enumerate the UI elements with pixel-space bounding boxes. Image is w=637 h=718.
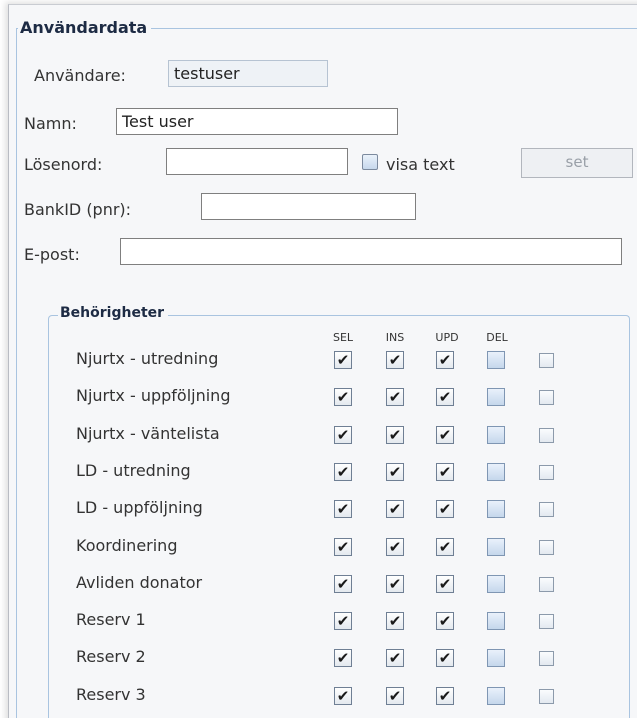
permission-label: Njurtx - utredning xyxy=(76,349,219,368)
permission-checkbox-upd[interactable]: ✔ xyxy=(436,426,454,444)
permission-checkbox-sel[interactable]: ✔ xyxy=(334,500,352,518)
col-head-sel: SEL xyxy=(332,331,354,344)
bankid-field[interactable] xyxy=(201,193,416,220)
permission-checkbox-ins[interactable]: ✔ xyxy=(386,500,404,518)
permission-checkbox-extra[interactable] xyxy=(539,465,554,480)
permission-checkbox-ins[interactable]: ✔ xyxy=(386,351,404,369)
permission-checkbox-extra[interactable] xyxy=(539,577,554,592)
permission-checkbox-del[interactable] xyxy=(487,426,505,444)
show-text-label: visa text xyxy=(386,155,455,174)
permission-checkbox-ins[interactable]: ✔ xyxy=(386,575,404,593)
bankid-label: BankID (pnr): xyxy=(24,200,132,219)
permission-checkbox-upd[interactable]: ✔ xyxy=(436,538,454,556)
password-label: Lösenord: xyxy=(24,155,103,174)
email-label: E-post: xyxy=(24,245,80,264)
permission-checkbox-del[interactable] xyxy=(487,538,505,556)
permission-label: Njurtx - väntelista xyxy=(76,424,220,443)
permission-checkbox-upd[interactable]: ✔ xyxy=(436,612,454,630)
permission-checkbox-ins[interactable]: ✔ xyxy=(386,538,404,556)
username-field: testuser xyxy=(168,60,328,87)
name-field[interactable]: Test user xyxy=(116,108,398,135)
permission-checkbox-sel[interactable]: ✔ xyxy=(334,538,352,556)
permission-label: LD - uppföljning xyxy=(76,498,203,517)
password-field[interactable] xyxy=(166,148,348,175)
permission-label: Njurtx - uppföljning xyxy=(76,386,231,405)
permission-checkbox-upd[interactable]: ✔ xyxy=(436,351,454,369)
permission-checkbox-extra[interactable] xyxy=(539,502,554,517)
permission-label: Reserv 3 xyxy=(76,685,146,704)
permission-checkbox-del[interactable] xyxy=(487,351,505,369)
permission-checkbox-extra[interactable] xyxy=(539,390,554,405)
permission-checkbox-upd[interactable]: ✔ xyxy=(436,649,454,667)
permission-checkbox-del[interactable] xyxy=(487,388,505,406)
permission-checkbox-del[interactable] xyxy=(487,500,505,518)
col-head-del: DEL xyxy=(486,331,508,344)
name-label: Namn: xyxy=(24,114,77,133)
permission-checkbox-upd[interactable]: ✔ xyxy=(436,500,454,518)
permission-checkbox-extra[interactable] xyxy=(539,428,554,443)
permission-checkbox-upd[interactable]: ✔ xyxy=(436,687,454,705)
user-data-legend: Användardata xyxy=(18,18,152,37)
permission-checkbox-sel[interactable]: ✔ xyxy=(334,575,352,593)
permission-checkbox-sel[interactable]: ✔ xyxy=(334,687,352,705)
permission-checkbox-upd[interactable]: ✔ xyxy=(436,575,454,593)
permission-checkbox-sel[interactable]: ✔ xyxy=(334,388,352,406)
permission-checkbox-extra[interactable] xyxy=(539,614,554,629)
permission-label: Avliden donator xyxy=(76,573,203,592)
permission-label: LD - utredning xyxy=(76,461,191,480)
permission-checkbox-ins[interactable]: ✔ xyxy=(386,426,404,444)
permission-checkbox-del[interactable] xyxy=(487,612,505,630)
permission-checkbox-sel[interactable]: ✔ xyxy=(334,426,352,444)
col-head-ins: INS xyxy=(385,331,405,344)
show-text-checkbox[interactable] xyxy=(362,154,378,170)
username-label: Användare: xyxy=(34,66,126,85)
permission-checkbox-extra[interactable] xyxy=(539,353,554,368)
permission-checkbox-upd[interactable]: ✔ xyxy=(436,463,454,481)
permission-checkbox-ins[interactable]: ✔ xyxy=(386,687,404,705)
permissions-legend: Behörigheter xyxy=(58,305,169,321)
permission-checkbox-ins[interactable]: ✔ xyxy=(386,463,404,481)
permission-checkbox-del[interactable] xyxy=(487,649,505,667)
permission-checkbox-sel[interactable]: ✔ xyxy=(334,463,352,481)
permission-checkbox-ins[interactable]: ✔ xyxy=(386,388,404,406)
permission-label: Koordinering xyxy=(76,536,178,555)
permission-checkbox-sel[interactable]: ✔ xyxy=(334,351,352,369)
permission-checkbox-extra[interactable] xyxy=(539,689,554,704)
permission-checkbox-extra[interactable] xyxy=(539,540,554,555)
permission-checkbox-sel[interactable]: ✔ xyxy=(334,612,352,630)
email-field[interactable] xyxy=(120,238,622,265)
permission-checkbox-ins[interactable]: ✔ xyxy=(386,612,404,630)
permission-checkbox-del[interactable] xyxy=(487,463,505,481)
col-head-upd: UPD xyxy=(435,331,459,344)
permission-checkbox-extra[interactable] xyxy=(539,651,554,666)
permission-checkbox-del[interactable] xyxy=(487,575,505,593)
set-button[interactable]: set xyxy=(521,148,633,178)
permission-checkbox-upd[interactable]: ✔ xyxy=(436,388,454,406)
permission-label: Reserv 1 xyxy=(76,610,146,629)
permission-checkbox-ins[interactable]: ✔ xyxy=(386,649,404,667)
permission-checkbox-sel[interactable]: ✔ xyxy=(334,649,352,667)
permission-checkbox-del[interactable] xyxy=(487,687,505,705)
permission-label: Reserv 2 xyxy=(76,647,146,666)
